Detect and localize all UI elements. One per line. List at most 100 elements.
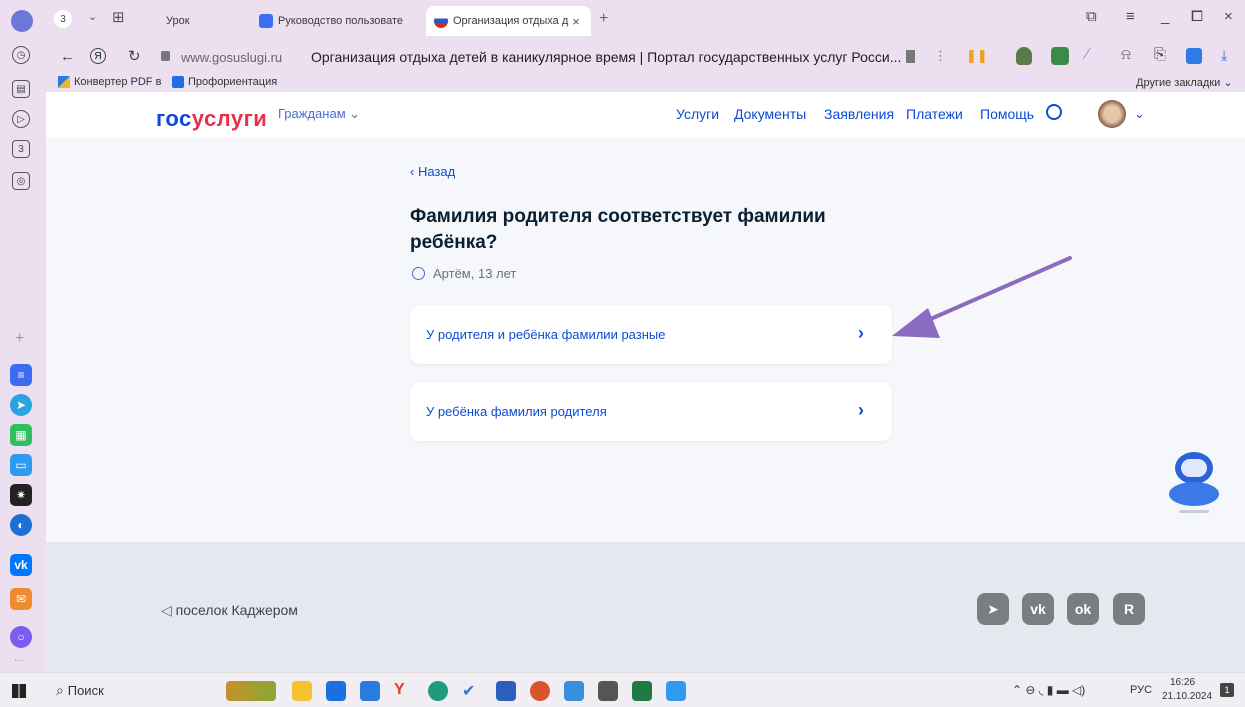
back-icon[interactable]: ←: [60, 48, 75, 65]
tab-grid-icon[interactable]: ⊞: [112, 8, 125, 26]
bookmark-icon[interactable]: [906, 50, 915, 63]
nav-services[interactable]: Услуги: [676, 106, 719, 122]
back-label: Назад: [417, 164, 456, 179]
audience-selector[interactable]: Гражданам ⌄: [278, 106, 360, 122]
browser-menu-button[interactable]: [11, 10, 33, 32]
video-icon[interactable]: ▷: [12, 110, 30, 128]
option-different-surnames[interactable]: У родителя и ребёнка фамилии разные ›: [410, 305, 892, 364]
todo-icon[interactable]: ✔: [462, 681, 482, 701]
chat-icon[interactable]: ▭: [10, 454, 32, 476]
notification-icon[interactable]: 1: [1220, 683, 1234, 697]
other-bookmarks-label: Другие закладки: [1136, 77, 1221, 89]
screenshot-icon[interactable]: ◎: [12, 172, 30, 190]
robot-body-icon: [1169, 482, 1219, 506]
add-panel-icon[interactable]: +: [15, 330, 24, 348]
tab-urok[interactable]: Урок: [158, 6, 253, 36]
rutube-icon[interactable]: R: [1113, 593, 1145, 625]
browser-menu-icon[interactable]: ≡: [1126, 8, 1135, 25]
other-bookmarks[interactable]: Другие закладки ⌄: [1136, 76, 1233, 89]
yandex-browser-icon[interactable]: Y: [394, 681, 414, 701]
tab-list-chevron-icon[interactable]: ⌄: [88, 10, 97, 23]
download-icon[interactable]: ⤓: [1221, 47, 1227, 64]
new-tab-button[interactable]: +: [599, 10, 608, 28]
sun-app-icon[interactable]: ✷: [10, 484, 32, 506]
history-icon[interactable]: ◷: [12, 46, 30, 64]
close-tab-icon[interactable]: ×: [572, 14, 580, 29]
audio-icon[interactable]: ❚❚: [966, 48, 988, 64]
nav-payments[interactable]: Платежи: [906, 106, 963, 122]
reader-icon[interactable]: ⎘: [1154, 46, 1166, 63]
reload-icon[interactable]: ↻: [128, 47, 141, 65]
telegram-icon[interactable]: ➤: [977, 593, 1009, 625]
counter-icon[interactable]: 3: [12, 140, 30, 158]
back-link[interactable]: ‹ Назад: [410, 164, 455, 179]
extension-icon[interactable]: [1051, 47, 1069, 65]
more-icon[interactable]: ···: [14, 655, 24, 666]
bookmark-proforientation[interactable]: Профориентация: [188, 76, 277, 88]
collections-icon[interactable]: ▤: [12, 80, 30, 98]
extension-icon[interactable]: [1186, 48, 1202, 64]
sync-icon[interactable]: ⍾: [1121, 46, 1131, 63]
calculator-icon[interactable]: [598, 681, 618, 701]
nav-help[interactable]: Помощь: [980, 106, 1034, 122]
calendar-icon[interactable]: [564, 681, 584, 701]
clock-date[interactable]: 21.10.2024: [1162, 691, 1212, 702]
yandex-icon[interactable]: Я: [90, 48, 106, 64]
bookmarks-bar: Конвертер PDF в Профориентация Другие за…: [46, 74, 1245, 92]
tab-counter[interactable]: 3: [54, 10, 72, 28]
chevron-down-icon[interactable]: ⌄: [1134, 106, 1145, 122]
minimize-icon[interactable]: _: [1161, 8, 1169, 25]
page-title-in-address[interactable]: Организация отдыха детей в каникулярное …: [311, 49, 901, 65]
search-icon[interactable]: [1046, 104, 1062, 120]
tab-gosuslugi[interactable]: Организация отдыха д ×: [426, 6, 591, 36]
language-indicator[interactable]: РУС: [1130, 684, 1152, 696]
odnoklassniki-icon[interactable]: ok: [1067, 593, 1099, 625]
tab-pin-icon[interactable]: ⧉: [1086, 8, 1097, 25]
pen-icon[interactable]: ⁄: [1086, 46, 1089, 64]
gosuslugi-logo[interactable]: госуслуги: [156, 106, 267, 132]
option-label: У ребёнка фамилия родителя: [426, 404, 607, 419]
extension-icon[interactable]: [1016, 47, 1032, 65]
file-explorer-icon[interactable]: [292, 681, 312, 701]
url-host[interactable]: www.gosuslugi.ru: [181, 50, 282, 65]
maximize-icon[interactable]: ⧠: [1191, 8, 1203, 25]
mail-icon[interactable]: ✉: [10, 588, 32, 610]
vk-icon[interactable]: vk: [1022, 593, 1054, 625]
proforientation-icon: [172, 76, 184, 88]
messenger-icon[interactable]: [666, 681, 686, 701]
bookmark-pdf[interactable]: Конвертер PDF в: [74, 76, 161, 88]
close-window-icon[interactable]: ×: [1224, 8, 1233, 25]
tab-bar: 3 ⌄ ⊞ Урок Руководство пользовате Органи…: [46, 0, 1245, 42]
alice-icon[interactable]: ○: [10, 626, 32, 648]
more-icon[interactable]: ⋮: [934, 48, 947, 64]
outlook-icon[interactable]: [360, 681, 380, 701]
edge-icon[interactable]: [428, 681, 448, 701]
store-icon[interactable]: [326, 681, 346, 701]
site-header: госуслуги Гражданам ⌄ Услуги Документы З…: [46, 92, 1245, 138]
word-icon[interactable]: [496, 681, 516, 701]
telegram-icon[interactable]: ➤: [10, 394, 32, 416]
widgets-icon[interactable]: [226, 681, 276, 701]
nav-documents[interactable]: Документы: [734, 106, 806, 122]
logo-part-1: гос: [156, 106, 192, 131]
edge-icon[interactable]: ◐: [10, 514, 32, 536]
search-icon[interactable]: ⌕ Поиск: [56, 682, 104, 699]
assistant-robot-icon[interactable]: [1165, 452, 1223, 514]
audience-label: Гражданам: [278, 106, 346, 121]
powerpoint-icon[interactable]: [530, 681, 550, 701]
avatar[interactable]: [1098, 100, 1126, 128]
tab-guide[interactable]: Руководство пользовате: [251, 6, 426, 36]
excel-icon[interactable]: [632, 681, 652, 701]
tab-label: Организация отдыха д: [453, 15, 569, 27]
location[interactable]: ◁ поселок Каджером: [161, 602, 298, 619]
messenger-icon[interactable]: ▦: [10, 424, 32, 446]
vk-icon[interactable]: vk: [10, 554, 32, 576]
option-parent-surname[interactable]: У ребёнка фамилия родителя ›: [410, 382, 892, 441]
windows-taskbar: ⌕ Поиск Y ✔ ⌃ ⊖ ◟ ▮ ▬ ◁) РУС 16:26 21.10…: [0, 672, 1245, 707]
clock-time[interactable]: 16:26: [1170, 677, 1195, 688]
notes-icon[interactable]: ≡: [10, 364, 32, 386]
windows-start-icon[interactable]: [12, 684, 26, 698]
system-tray[interactable]: ⌃ ⊖ ◟ ▮ ▬ ◁): [1012, 683, 1085, 697]
browser-sidebar: ◷ ▤ ▷ 3 ◎ + ≡ ➤ ▦ ▭ ✷ ◐ vk ✉ ○ ···: [0, 0, 46, 672]
nav-applications[interactable]: Заявления: [824, 106, 894, 122]
